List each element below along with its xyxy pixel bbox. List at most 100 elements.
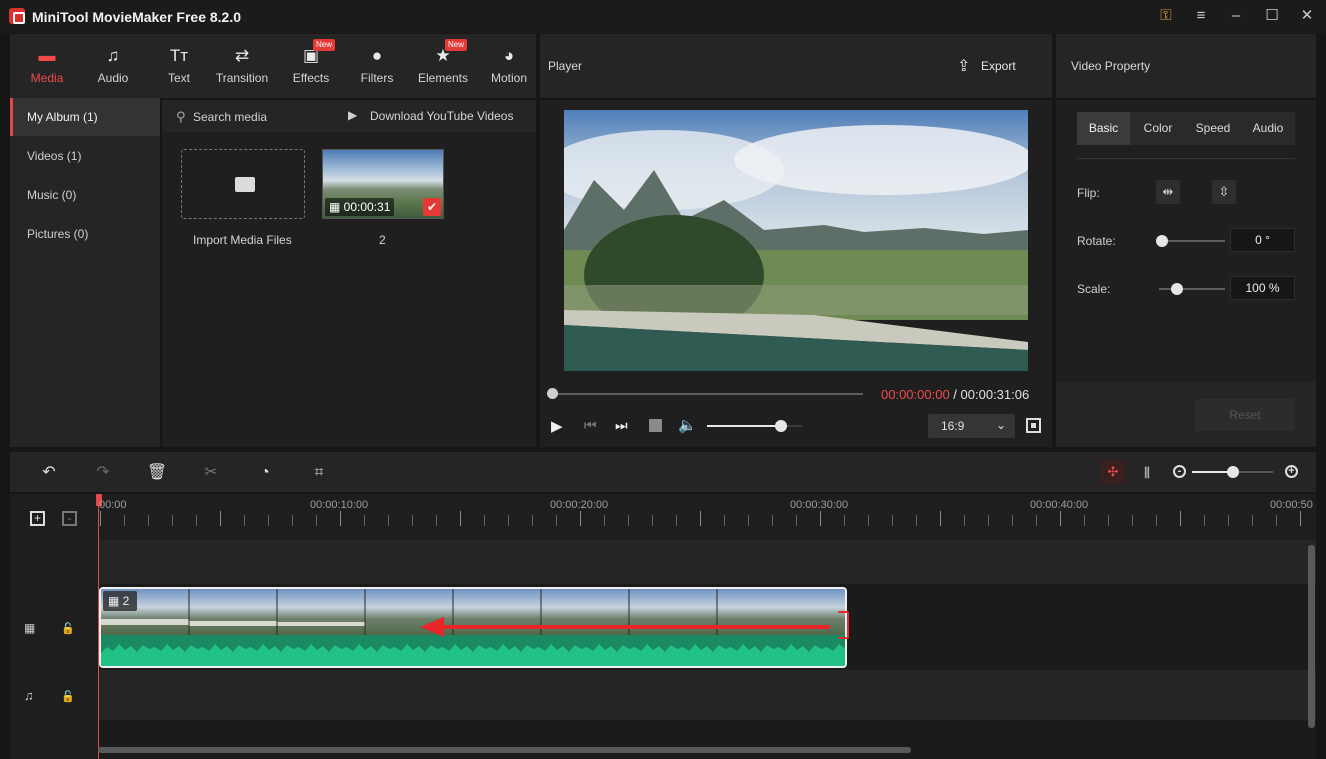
minimize-icon[interactable]: – [1227, 7, 1245, 25]
total-time: 00:00:31:06 [960, 387, 1030, 402]
scale-value[interactable]: 100 % [1230, 276, 1295, 300]
key-icon[interactable]: ⚿ [1157, 7, 1175, 25]
playhead[interactable] [98, 494, 99, 759]
tab-text[interactable]: Tт Text [145, 44, 213, 92]
tab-motion[interactable]: ◕ Motion [475, 44, 543, 92]
ruler-tick [580, 511, 581, 526]
play-button[interactable]: ▶ [551, 417, 563, 435]
zoom-out-icon[interactable]: - [1173, 465, 1186, 478]
playback-progress-track[interactable] [553, 393, 863, 395]
nav-pictures[interactable]: Pictures (0) [10, 215, 160, 253]
app-window: MiniTool MovieMaker Free 8.2.0 ⚿ ≡ – ☐ ✕… [0, 0, 1326, 759]
remove-track-icon[interactable]: - [62, 511, 77, 526]
clip-name: 2 [379, 233, 386, 247]
tab-speed[interactable]: Speed [1186, 112, 1240, 145]
ruler-label: 00:00:20:00 [550, 499, 609, 511]
stop-button[interactable] [649, 419, 662, 432]
tab-media[interactable]: ▬ Media [13, 44, 81, 92]
ruler-tick [364, 515, 365, 526]
export-button[interactable]: Export [981, 59, 1016, 73]
volume-track[interactable] [707, 425, 802, 427]
ruler-tick [1228, 515, 1229, 526]
import-media-button[interactable] [181, 149, 305, 219]
reset-button[interactable]: Reset [1195, 399, 1295, 431]
menu-icon[interactable]: ≡ [1192, 7, 1210, 25]
app-logo-icon [9, 8, 25, 24]
zoom-in-icon[interactable]: + [1285, 465, 1298, 478]
tab-elements[interactable]: ★ Elements New [409, 39, 477, 92]
close-icon[interactable]: ✕ [1298, 7, 1316, 25]
youtube-icon: ▶ [348, 108, 358, 122]
ruler-tick [1084, 515, 1085, 526]
add-track-icon[interactable]: + [30, 511, 45, 526]
trim-handle[interactable] [838, 611, 849, 639]
horizontal-scrollbar[interactable] [98, 747, 911, 753]
tab-color[interactable]: Color [1131, 112, 1185, 145]
rotate-value[interactable]: 0 ° [1230, 228, 1295, 252]
crop-icon[interactable]: ⌗ [308, 462, 330, 484]
flip-vertical-icon[interactable]: ⇳ [1212, 180, 1236, 204]
ruler-tick [652, 515, 653, 526]
vertical-scrollbar[interactable] [1308, 545, 1315, 728]
ruler-tick [124, 515, 125, 526]
volume-handle[interactable] [775, 420, 788, 432]
volume-icon[interactable]: 🔈 [678, 416, 697, 434]
player-header [540, 34, 1052, 98]
nav-my-album[interactable]: My Album (1) [10, 98, 160, 136]
aspect-ratio-select[interactable]: 16:9 ⌄ [928, 414, 1015, 438]
delete-icon[interactable]: 🗑 [146, 462, 168, 484]
property-title: Video Property [1071, 59, 1151, 73]
tab-filters[interactable]: ● Filters [343, 44, 411, 92]
download-youtube-button[interactable]: Download YouTube Videos [370, 109, 513, 123]
tab-audio-property[interactable]: Audio [1241, 112, 1295, 145]
ruler-tick [1252, 515, 1253, 526]
rotate-slider-handle[interactable] [1156, 235, 1168, 247]
ruler-tick [532, 515, 533, 526]
maximize-icon[interactable]: ☐ [1263, 7, 1281, 25]
ruler-tick [1108, 515, 1109, 526]
tab-effects[interactable]: ▣ Effects New [277, 39, 345, 92]
fit-timeline-icon[interactable]: ⫼ [1136, 462, 1158, 484]
tab-basic[interactable]: Basic [1077, 112, 1130, 145]
empty-track [98, 720, 1316, 759]
next-frame-button[interactable]: ⏭ [615, 417, 628, 434]
lock-icon[interactable]: 🔓 [61, 622, 75, 635]
snap-icon[interactable]: ✣ [1101, 460, 1125, 484]
tab-audio[interactable]: ♫ Audio [79, 44, 147, 92]
ruler-tick [796, 515, 797, 526]
fullscreen-icon[interactable] [1026, 418, 1041, 433]
text-track[interactable] [98, 540, 1316, 584]
ruler-tick [460, 511, 461, 526]
ruler-tick [1156, 515, 1157, 526]
ruler-tick [892, 515, 893, 526]
playback-progress-handle[interactable] [547, 388, 558, 399]
time-ruler[interactable] [98, 494, 1316, 540]
scale-slider-track[interactable] [1159, 288, 1225, 290]
tab-transition[interactable]: ⇄ Transition [208, 44, 276, 92]
lock-icon[interactable]: 🔓 [61, 690, 75, 703]
nav-videos[interactable]: Videos (1) [10, 137, 160, 175]
redo-icon[interactable]: ↷ [92, 462, 114, 484]
split-icon[interactable]: ✂ [200, 462, 222, 484]
filters-icon: ● [371, 46, 383, 65]
ruler-tick [1276, 515, 1277, 526]
ruler-tick [436, 515, 437, 526]
nav-music[interactable]: Music (0) [10, 176, 160, 214]
rotate-slider-track[interactable] [1159, 240, 1225, 242]
export-icon: ⇪ [957, 58, 971, 75]
speed-icon[interactable]: ◔ [254, 462, 276, 484]
flip-horizontal-icon[interactable]: ⇹ [1156, 180, 1180, 204]
ruler-tick [196, 515, 197, 526]
media-clip-thumbnail[interactable]: ▦ 00:00:31 ✔ [322, 149, 444, 219]
ruler-tick [100, 511, 101, 526]
scale-slider-handle[interactable] [1171, 283, 1183, 295]
audio-track[interactable] [98, 670, 1316, 720]
undo-icon[interactable]: ↶ [38, 462, 60, 484]
ruler-tick [388, 515, 389, 526]
search-icon: ⚲ [176, 109, 186, 124]
ruler-tick [700, 511, 701, 526]
added-check-icon: ✔ [423, 198, 441, 216]
zoom-slider-handle[interactable] [1226, 466, 1239, 478]
search-input[interactable]: Search media [193, 110, 267, 124]
previous-frame-button[interactable]: ⏮ [584, 417, 597, 434]
